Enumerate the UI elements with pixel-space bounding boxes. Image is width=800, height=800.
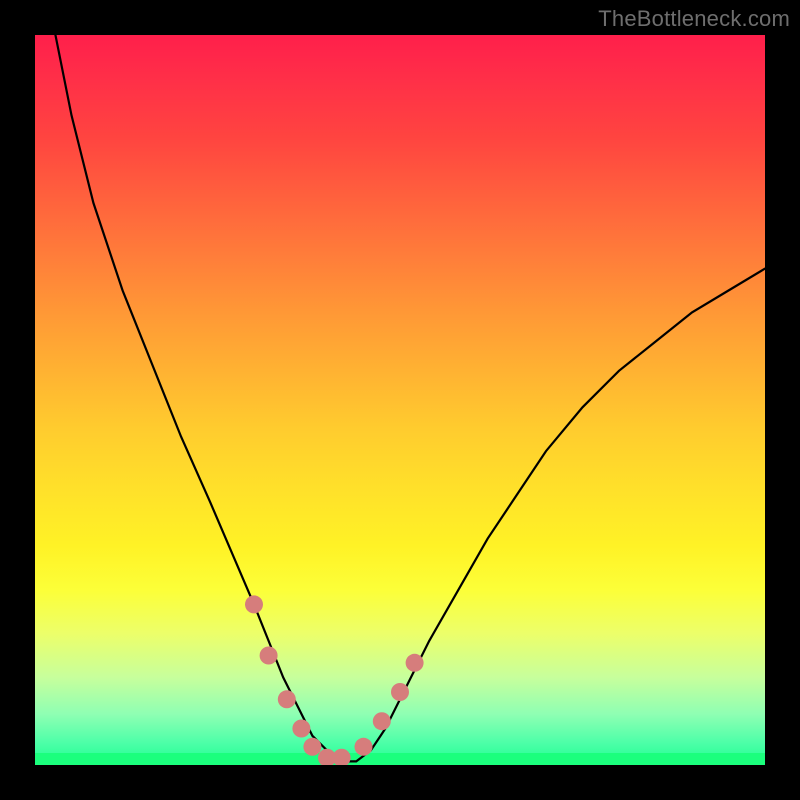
marker-dot: [391, 683, 409, 701]
marker-dot: [260, 647, 278, 665]
chart-frame: TheBottleneck.com: [0, 0, 800, 800]
marker-dot: [245, 595, 263, 613]
chart-svg: [35, 35, 765, 765]
marker-dot: [278, 690, 296, 708]
marker-dot: [303, 738, 321, 756]
marker-dot: [373, 712, 391, 730]
marker-dot: [406, 654, 424, 672]
marker-dot: [333, 749, 351, 765]
bottleneck-curve: [35, 35, 765, 761]
marker-dot: [355, 738, 373, 756]
plot-area: [35, 35, 765, 765]
marker-dot: [292, 720, 310, 738]
marker-dots: [245, 595, 424, 765]
watermark-text: TheBottleneck.com: [598, 6, 790, 32]
